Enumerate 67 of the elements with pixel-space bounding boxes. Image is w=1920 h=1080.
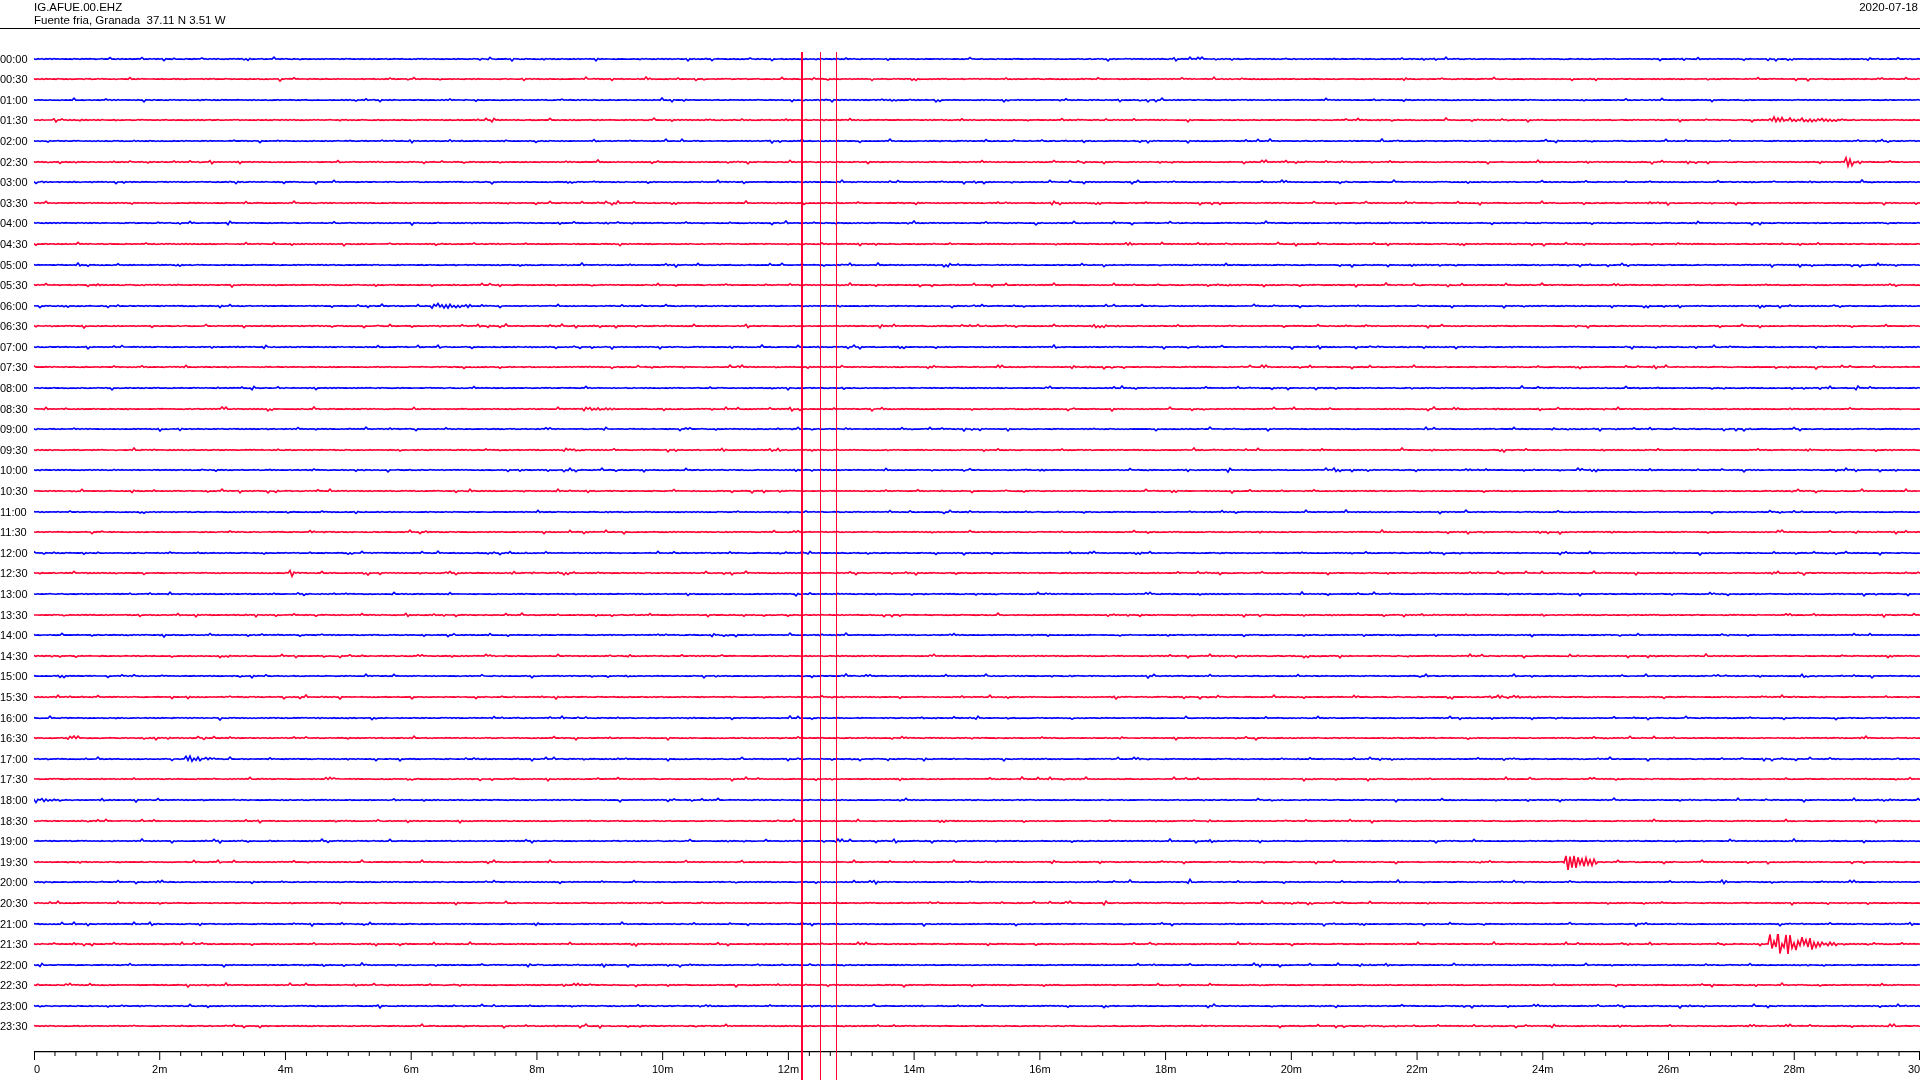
time-label: 05:30: [0, 279, 29, 292]
tick-label: 8m: [529, 1062, 545, 1075]
time-label: 22:30: [0, 979, 29, 992]
station-code: IG.AFUE.00.EHZ: [34, 1, 124, 14]
time-label: 06:30: [0, 320, 29, 333]
tick-label: 30: [1907, 1062, 1920, 1075]
tick-label: 2m: [152, 1062, 168, 1075]
time-label: 02:30: [0, 155, 29, 168]
time-label: 04:00: [0, 217, 29, 230]
tick-label: 4m: [277, 1062, 294, 1075]
time-label: 04:30: [0, 237, 29, 250]
time-label: 03:30: [0, 196, 29, 209]
time-label: 13:30: [0, 608, 29, 621]
time-label: 11:30: [0, 526, 28, 539]
tick-label: 28m: [1783, 1062, 1805, 1075]
time-label: 10:30: [0, 485, 29, 498]
time-label: 16:00: [0, 711, 29, 724]
tick-label: 26m: [1657, 1062, 1680, 1075]
time-label: 09:00: [0, 423, 29, 436]
time-label: 19:30: [0, 855, 29, 868]
time-label: 15:30: [0, 690, 29, 703]
time-label: 18:00: [0, 793, 29, 806]
station-location: Fuente fria, Granada 37.11 N 3.51 W: [34, 14, 226, 27]
tick-label: 12m: [777, 1062, 800, 1075]
time-label: 08:00: [0, 382, 29, 395]
time-label: 01:30: [0, 114, 29, 127]
time-label: 15:00: [0, 670, 29, 683]
time-label: 07:00: [0, 340, 29, 353]
time-label: 20:00: [0, 876, 29, 889]
tick-label: 6m: [403, 1062, 419, 1075]
time-label: 11:00: [0, 505, 28, 518]
tick-label: 24m: [1532, 1062, 1554, 1075]
time-label: 12:00: [0, 546, 29, 559]
time-label: 21:00: [0, 917, 29, 930]
time-label: 13:00: [0, 588, 29, 600]
time-label: 12:30: [0, 567, 29, 580]
time-label: 20:30: [0, 896, 29, 909]
tick-label: 16m: [1029, 1062, 1051, 1075]
tick-label: 14m: [903, 1062, 925, 1075]
time-label: 00:00: [0, 52, 29, 65]
tick-label: 20m: [1280, 1062, 1303, 1075]
time-label: 17:30: [0, 773, 29, 786]
time-label: 21:30: [0, 938, 29, 951]
time-label: 14:00: [0, 629, 29, 642]
tick-label: 22m: [1406, 1062, 1428, 1075]
time-label: 22:00: [0, 958, 29, 971]
time-label: 01:00: [0, 93, 29, 106]
time-label: 19:00: [0, 835, 29, 848]
tick-label: 10m: [651, 1062, 674, 1075]
time-label: 10:00: [0, 464, 29, 477]
time-label: 05:00: [0, 258, 29, 271]
time-label: 02:00: [0, 134, 29, 147]
time-label: 18:30: [0, 814, 29, 827]
time-label: 07:30: [0, 361, 29, 374]
time-label: 00:30: [0, 73, 29, 86]
record-date: 2020-07-18: [1859, 0, 1919, 15]
time-label: 03:00: [0, 176, 29, 189]
time-label: 23:30: [0, 1020, 29, 1033]
tick-label: 0: [33, 1062, 41, 1075]
time-label: 06:00: [0, 299, 29, 312]
time-label: 17:00: [0, 752, 29, 765]
time-label: 23:00: [0, 999, 29, 1012]
time-label: 08:30: [0, 402, 29, 415]
time-label: 09:30: [0, 443, 29, 456]
time-label: 16:30: [0, 732, 29, 745]
time-label: 14:30: [0, 649, 29, 662]
tick-label: 18m: [1154, 1062, 1177, 1075]
